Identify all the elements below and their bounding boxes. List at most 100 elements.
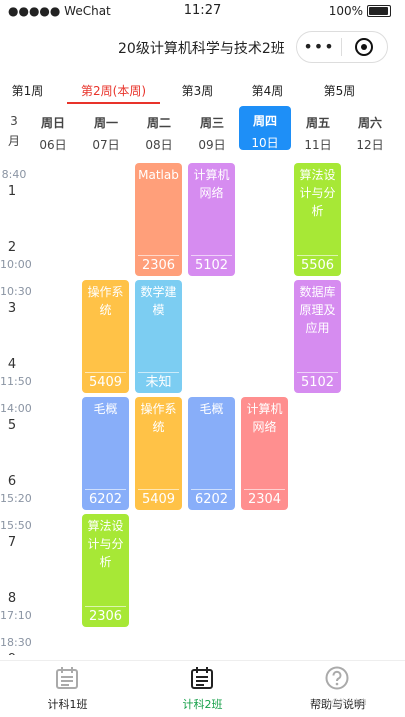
period-number: 6 [7,474,17,489]
month-unit: 月 [7,134,20,148]
week-tab-5[interactable]: 第5周 [312,82,367,99]
course-name: 毛概 [93,402,118,416]
course-name: 毛概 [199,402,224,416]
battery-icon [367,5,391,17]
day-column-header[interactable]: 周五 11日 [292,108,344,152]
period-number: 3 [7,301,17,316]
calendar-icon [54,665,80,691]
course-room: 5506 [297,255,338,276]
course-card[interactable]: Matlab 2306 [135,163,182,276]
nav-bar: 20级计算机科学与技术2班 ••• [0,24,405,68]
date-label: 11日 [304,138,332,152]
course-room: 6202 [85,489,126,510]
weekday-label: 周五 [305,116,330,130]
day-header: 3 月 周日 06日 周一 07日 周二 08日 周三 09日 周四 10日 周五 11日 周六 12日 [0,106,405,154]
period-number: 8 [7,591,17,606]
help-icon [324,665,350,691]
day-column-header[interactable]: 周六 12日 [344,108,396,152]
weekday-label: 周日 [40,116,65,130]
watermark: csdn@的小白白 [315,698,367,706]
date-label: 08日 [145,138,173,152]
course-name: 计算机网络 [246,402,283,434]
battery-percent: 100% [328,4,363,18]
period-start-time: 10:30 [0,285,32,298]
tab-2[interactable]: 计科2班 [135,661,270,717]
period-start-time: 8:40 [1,168,27,181]
course-card[interactable]: 算法设计与分析 5506 [294,163,341,276]
week-tab-1[interactable]: 第1周 [0,82,55,99]
weekday-label: 周四 [252,114,277,128]
day-column-header[interactable]: 周三 09日 [186,108,238,152]
timetable-grid: 8:40 1 2 10:00 10:30 3 4 11:50 14:00 5 6 15:20 15:50… [0,160,405,655]
course-card[interactable]: 计算机网络 2304 [241,397,288,510]
course-room: 2304 [244,489,285,510]
tab-3[interactable]: 帮助与说明 [270,661,405,717]
period-end-time: 10:00 [0,258,32,271]
month-number: 3 [10,114,18,128]
tab-label: 计科2班 [182,698,223,711]
period-end-time: 15:20 [0,492,32,505]
weekday-label: 周二 [146,116,171,130]
calendar-icon [189,665,215,691]
weekday-label: 周一 [93,116,118,130]
period-start-time: 15:50 [0,519,32,532]
course-room: 6202 [191,489,232,510]
period-end-time: 11:50 [0,375,32,388]
period-number: 1 [7,184,17,199]
course-card[interactable]: 计算机网络 5102 [188,163,235,276]
day-column-header[interactable]: 周日 06日 [27,108,79,152]
date-label: 10日 [251,136,279,150]
course-name: 数学建模 [140,285,177,317]
course-name: 操作系统 [87,285,124,317]
period-number: 5 [7,418,17,433]
period-number: 9 [0,652,24,655]
course-card[interactable]: 毛概 6202 [82,397,129,510]
week-tab-2[interactable]: 第2周(本周) [65,82,162,104]
close-miniprogram-button[interactable] [342,38,386,56]
day-column-header[interactable]: 周二 08日 [133,108,185,152]
course-card[interactable]: 数学建模 未知 [135,280,182,393]
tab-label: 计科1班 [47,698,88,711]
date-label: 07日 [92,138,120,152]
page-title: 20级计算机科学与技术2班 [118,41,285,57]
course-card[interactable]: 操作系统 5409 [135,397,182,510]
day-column-header[interactable]: 周四 10日 [239,106,291,150]
course-name: 算法设计与分析 [87,519,124,569]
date-label: 12日 [356,138,384,152]
period-end-time: 17:10 [0,609,32,622]
day-column-header[interactable]: 周一 07日 [80,108,132,152]
course-room: 5102 [191,255,232,276]
weekday-label: 周三 [199,116,224,130]
course-name: Matlab [138,168,179,182]
tab-bar: 计科1班 计科2班 帮助与说明 [0,660,405,717]
tab-1[interactable]: 计科1班 [0,661,135,717]
battery-status: 100% [329,4,391,18]
course-name: 算法设计与分析 [299,168,336,218]
week-tab-4[interactable]: 第4周 [240,82,295,99]
period-number: 7 [7,535,17,550]
course-room: 2306 [138,255,179,276]
period-number: 4 [7,357,17,372]
status-bar: ●●●●● WeChat 11:27 100% [0,0,405,24]
course-card[interactable]: 算法设计与分析 2306 [82,514,129,627]
course-card[interactable]: 数据库原理及应用 5102 [294,280,341,393]
week-tab-3[interactable]: 第3周 [170,82,225,99]
week-tabs: 第1周 第2周(本周) 第3周 第4周 第5周 [0,76,405,104]
course-name: 操作系统 [140,402,177,434]
period-start-time: 14:00 [0,402,32,415]
period-number: 2 [7,240,17,255]
period-start-time: 18:30 [0,636,32,649]
target-icon [355,38,373,56]
course-room: 5102 [297,372,338,393]
date-label: 06日 [39,138,67,152]
miniprogram-capsule: ••• [296,31,388,63]
course-room: 5409 [138,489,179,510]
course-card[interactable]: 操作系统 5409 [82,280,129,393]
course-name: 数据库原理及应用 [299,285,336,335]
course-card[interactable]: 毛概 6202 [188,397,235,510]
more-menu-button[interactable]: ••• [297,32,341,62]
course-room: 5409 [85,372,126,393]
course-name: 计算机网络 [193,168,230,200]
course-room: 2306 [85,606,126,627]
weekday-label: 周六 [357,116,382,130]
